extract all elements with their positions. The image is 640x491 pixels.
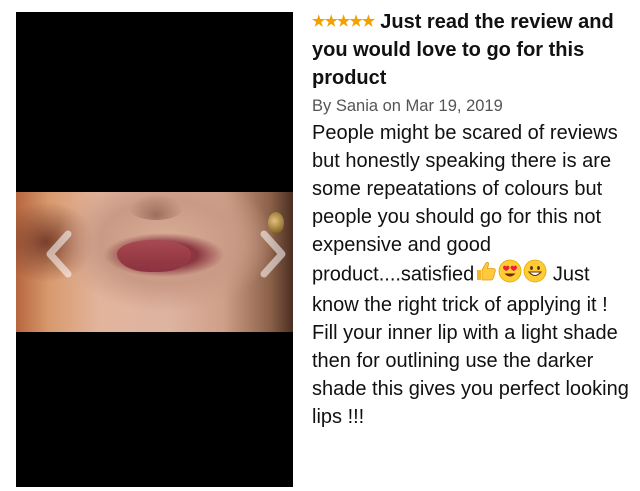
grinning-face-icon	[523, 259, 547, 291]
star-rating: ★★★★★	[312, 13, 375, 30]
review-card: ★★★★★ Just read the review and you would …	[312, 8, 630, 431]
chevron-right-icon	[260, 230, 286, 278]
review-text-part1: People might be scared of reviews but ho…	[312, 122, 618, 286]
chevron-left-icon	[46, 230, 72, 278]
review-text-part2: Just know the right trick of applying it…	[312, 263, 629, 428]
photo-nose-shadow	[128, 194, 184, 220]
heart-eyes-icon	[498, 259, 522, 291]
review-image-viewer[interactable]	[16, 12, 293, 487]
previous-image-button[interactable]	[38, 224, 82, 284]
review-header: ★★★★★ Just read the review and you would …	[312, 8, 630, 92]
review-author-date: By Sania on Mar 19, 2019	[312, 97, 503, 115]
photo-lips	[117, 240, 191, 272]
thumbs-up-icon	[475, 260, 497, 290]
review-body: People might be scared of reviews but ho…	[312, 119, 630, 431]
next-image-button[interactable]	[250, 224, 293, 284]
